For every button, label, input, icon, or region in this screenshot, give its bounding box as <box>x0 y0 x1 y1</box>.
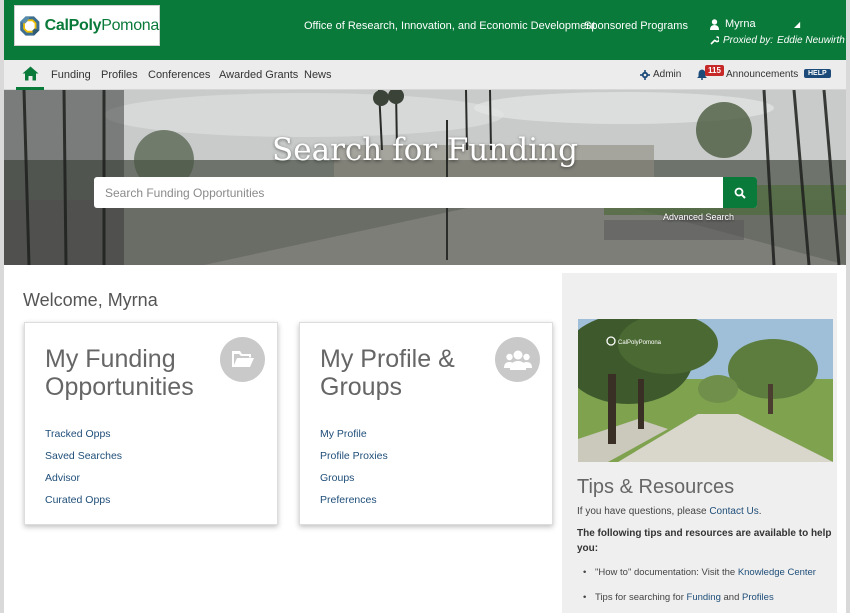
profile-proxies-link[interactable]: Profile Proxies <box>320 449 388 471</box>
tips-item-how-to: "How to" documentation: Visit the Knowle… <box>577 567 832 592</box>
saved-searches-link[interactable]: Saved Searches <box>45 449 122 471</box>
groups-link[interactable]: Groups <box>320 471 388 493</box>
proxied-by: Proxied by: Eddie Neuwirth <box>710 35 845 46</box>
home-button[interactable] <box>16 60 44 90</box>
logo-octagon-icon <box>20 15 40 36</box>
search-button[interactable] <box>723 177 757 208</box>
tips-question: If you have questions, please Contact Us… <box>577 506 762 517</box>
curated-opps-link[interactable]: Curated Opps <box>45 493 122 515</box>
advanced-search-link[interactable]: Advanced Search <box>663 212 734 222</box>
announcements-count-badge: 115 <box>705 65 724 76</box>
office-link[interactable]: Office of Research, Innovation, and Econ… <box>304 20 595 32</box>
profile-links: My Profile Profile Proxies Groups Prefer… <box>320 427 388 515</box>
proxied-name: Eddie Neuwirth <box>777 35 845 46</box>
knowledge-center-link[interactable]: Knowledge Center <box>738 567 816 578</box>
users-icon <box>495 337 540 382</box>
user-name: Myrna <box>725 18 756 30</box>
admin-link[interactable]: Admin <box>640 69 681 80</box>
card-title: My Funding Opportunities <box>45 345 194 401</box>
search-icon <box>734 187 746 199</box>
top-header: CalPolyPomona Office of Research, Innova… <box>4 0 846 60</box>
admin-label: Admin <box>653 69 682 80</box>
funding-opportunities-card: My Funding Opportunities Tracked Opps Sa… <box>24 322 278 525</box>
announcements-label: Announcements <box>726 69 799 80</box>
nav-news[interactable]: News <box>304 69 332 81</box>
tracked-opps-link[interactable]: Tracked Opps <box>45 427 122 449</box>
user-icon <box>710 18 719 30</box>
wrench-icon <box>710 36 719 45</box>
profiles-link[interactable]: Profiles <box>742 592 774 603</box>
search-input[interactable] <box>94 177 723 208</box>
nav-conferences[interactable]: Conferences <box>148 69 210 81</box>
hero-title: Search for Funding <box>272 132 578 168</box>
card-title: My Profile & Groups <box>320 345 455 401</box>
nav-funding[interactable]: Funding <box>51 69 91 81</box>
funding-link[interactable]: Funding <box>687 592 721 603</box>
preferences-link[interactable]: Preferences <box>320 493 388 515</box>
campus-photo: CalPolyPomona <box>578 319 833 462</box>
advisor-link[interactable]: Advisor <box>45 471 122 493</box>
tips-panel: CalPolyPomona Tips & Resources If you ha… <box>562 273 837 613</box>
funding-links: Tracked Opps Saved Searches Advisor Cura… <box>45 427 122 515</box>
my-profile-link[interactable]: My Profile <box>320 427 388 449</box>
university-logo[interactable]: CalPolyPomona <box>14 5 160 46</box>
proxied-label: Proxied by: <box>723 35 774 46</box>
nav-awarded-grants[interactable]: Awarded Grants <box>219 69 298 81</box>
home-icon <box>22 66 38 81</box>
gear-icon <box>640 69 650 80</box>
logo-text: CalPolyPomona <box>44 16 160 34</box>
search-hero: Search for Funding Advanced Search <box>4 90 846 265</box>
tips-item-searching: Tips for searching for Funding and Profi… <box>577 592 832 613</box>
welcome-heading: Welcome, Myrna <box>23 290 158 310</box>
sponsored-programs-link[interactable]: Sponsored Programs <box>584 20 688 32</box>
search-bar <box>94 177 757 208</box>
photo-logo-text: CalPolyPomona <box>618 340 662 346</box>
user-menu[interactable]: Myrna <box>710 18 756 30</box>
folder-open-icon <box>220 337 265 382</box>
user-dropdown-caret-icon[interactable]: ◢ <box>794 20 800 29</box>
contact-us-link[interactable]: Contact Us <box>709 506 758 517</box>
tips-intro: The following tips and resources are ava… <box>577 528 832 554</box>
profile-groups-card: My Profile & Groups My Profile Profile P… <box>299 322 553 525</box>
tips-list: "How to" documentation: Visit the Knowle… <box>577 567 832 613</box>
nav-profiles[interactable]: Profiles <box>101 69 138 81</box>
main-nav: Funding Profiles Conferences Awarded Gra… <box>4 60 846 90</box>
help-button[interactable]: HELP <box>804 69 831 78</box>
tips-title: Tips & Resources <box>577 476 735 498</box>
